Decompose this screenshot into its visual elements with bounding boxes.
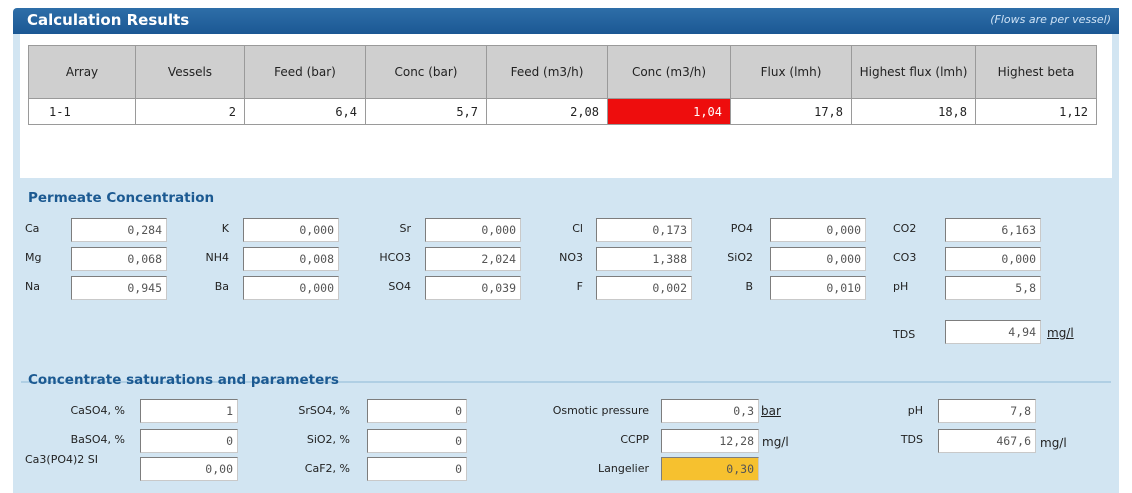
cell-feed-flow: 2,08 xyxy=(486,98,608,125)
col-header-vessels: Vessels xyxy=(135,45,245,99)
results-table: Array Vessels Feed (bar) Conc (bar) Feed… xyxy=(28,45,1097,125)
label-b: B xyxy=(745,280,753,293)
field-langelier[interactable]: 0,30 xyxy=(661,457,759,481)
col-header-feed-flow: Feed (m3/h) xyxy=(486,45,608,99)
cell-highest-flux: 18,8 xyxy=(851,98,976,125)
label-ca: Ca xyxy=(25,222,40,235)
label-no3: NO3 xyxy=(559,251,583,264)
col-header-feed-bar: Feed (bar) xyxy=(244,45,366,99)
label-tds: TDS xyxy=(893,328,916,341)
col-header-flux: Flux (lmh) xyxy=(730,45,852,99)
label-sio2-percent: SiO2, % xyxy=(306,433,350,446)
results-panel: Array Vessels Feed (bar) Conc (bar) Feed… xyxy=(13,34,1119,493)
concentrate-section-title: Concentrate saturations and parameters xyxy=(28,372,339,388)
osmotic-unit-link[interactable]: bar xyxy=(761,404,781,418)
field-baso4[interactable]: 0 xyxy=(140,429,238,453)
cell-highest-beta: 1,12 xyxy=(975,98,1097,125)
col-header-conc-bar: Conc (bar) xyxy=(365,45,487,99)
field-co3[interactable]: 0,000 xyxy=(945,247,1041,271)
results-header-row: Array Vessels Feed (bar) Conc (bar) Feed… xyxy=(28,45,1097,99)
field-co2[interactable]: 6,163 xyxy=(945,218,1041,242)
field-sr[interactable]: 0,000 xyxy=(425,218,521,242)
field-conc-tds[interactable]: 467,6 xyxy=(938,429,1036,453)
field-ba[interactable]: 0,000 xyxy=(243,276,339,300)
permeate-section-title: Permeate Concentration xyxy=(28,190,215,206)
field-na[interactable]: 0,945 xyxy=(71,276,167,300)
label-cl: Cl xyxy=(572,222,583,235)
label-hco3: HCO3 xyxy=(379,251,411,264)
results-table-container: Array Vessels Feed (bar) Conc (bar) Feed… xyxy=(20,34,1112,178)
label-na: Na xyxy=(25,280,40,293)
field-osmotic-pressure[interactable]: 0,3 xyxy=(661,399,759,423)
field-k[interactable]: 0,000 xyxy=(243,218,339,242)
label-langelier: Langelier xyxy=(598,462,649,475)
page-title: Calculation Results xyxy=(27,11,190,29)
title-bar: Calculation Results (Flows are per vesse… xyxy=(13,8,1119,34)
label-co3: CO3 xyxy=(893,251,917,264)
col-header-highest-beta: Highest beta xyxy=(975,45,1097,99)
field-conc-ph[interactable]: 7,8 xyxy=(938,399,1036,423)
label-sio2: SiO2 xyxy=(727,251,753,264)
field-nh4[interactable]: 0,008 xyxy=(243,247,339,271)
flows-note: (Flows are per vessel) xyxy=(990,13,1111,26)
field-sio2-percent[interactable]: 0 xyxy=(367,429,467,453)
label-caf2: CaF2, % xyxy=(304,462,350,475)
label-nh4: NH4 xyxy=(205,251,230,264)
cell-conc-flow-warning: 1,04 xyxy=(607,98,731,125)
cell-feed-bar: 6,4 xyxy=(244,98,366,125)
label-srso4: SrSO4, % xyxy=(298,404,350,417)
field-no3[interactable]: 1,388 xyxy=(596,247,692,271)
label-po4: PO4 xyxy=(730,222,753,235)
label-mg: Mg xyxy=(25,251,42,264)
label-baso4: BaSO4, % xyxy=(70,433,125,446)
label-so4: SO4 xyxy=(388,280,411,293)
label-f: F xyxy=(576,280,583,293)
field-ph[interactable]: 5,8 xyxy=(945,276,1041,300)
field-sio2[interactable]: 0,000 xyxy=(770,247,866,271)
table-row: 1-1 2 6,4 5,7 2,08 1,04 17,8 18,8 1,12 xyxy=(28,98,1097,125)
field-ca[interactable]: 0,284 xyxy=(71,218,167,242)
label-ca3po42-si: Ca3(PO4)2 SI xyxy=(25,453,99,466)
tds-unit-link[interactable]: mg/l xyxy=(1047,326,1074,340)
label-conc-tds: TDS xyxy=(900,433,923,446)
conc-tds-unit: mg/l xyxy=(1040,436,1067,450)
field-so4[interactable]: 0,039 xyxy=(425,276,521,300)
label-co2: CO2 xyxy=(893,222,917,235)
cell-flux: 17,8 xyxy=(730,98,852,125)
label-ph: pH xyxy=(893,280,909,293)
cell-array: 1-1 xyxy=(28,98,136,125)
field-caf2[interactable]: 0 xyxy=(367,457,467,481)
field-srso4[interactable]: 0 xyxy=(367,399,467,423)
field-tds[interactable]: 4,94 xyxy=(945,320,1041,344)
field-po4[interactable]: 0,000 xyxy=(770,218,866,242)
col-header-highest-flux: Highest flux (lmh) xyxy=(851,45,976,99)
field-f[interactable]: 0,002 xyxy=(596,276,692,300)
label-conc-ph: pH xyxy=(907,404,923,417)
label-sr: Sr xyxy=(399,222,411,235)
field-cl[interactable]: 0,173 xyxy=(596,218,692,242)
field-hco3[interactable]: 2,024 xyxy=(425,247,521,271)
label-ccpp: CCPP xyxy=(620,433,649,446)
cell-vessels: 2 xyxy=(135,98,245,125)
field-ccpp[interactable]: 12,28 xyxy=(661,429,759,453)
label-k: K xyxy=(221,222,229,235)
field-ca3po42-si[interactable]: 0,00 xyxy=(140,457,238,481)
field-mg[interactable]: 0,068 xyxy=(71,247,167,271)
field-caso4[interactable]: 1 xyxy=(140,399,238,423)
label-ba: Ba xyxy=(214,280,229,293)
col-header-conc-flow: Conc (m3/h) xyxy=(607,45,731,99)
label-caso4: CaSO4, % xyxy=(70,404,125,417)
field-b[interactable]: 0,010 xyxy=(770,276,866,300)
col-header-array: Array xyxy=(28,45,136,99)
ccpp-unit: mg/l xyxy=(762,435,789,449)
cell-conc-bar: 5,7 xyxy=(365,98,487,125)
label-osmotic-pressure: Osmotic pressure xyxy=(552,404,649,417)
